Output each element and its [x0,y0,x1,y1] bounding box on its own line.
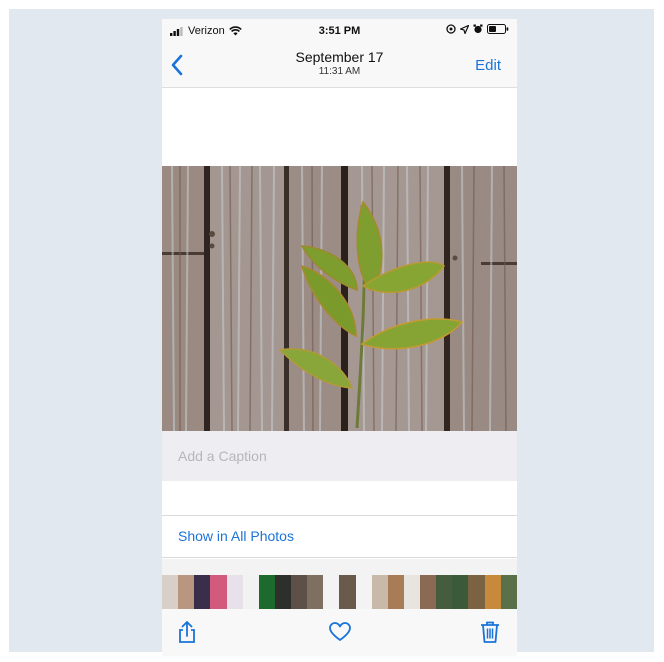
back-button[interactable] [166,51,190,79]
thumbnail[interactable] [339,575,356,609]
location-arrow-icon [460,24,469,34]
thumbnail[interactable] [323,575,340,609]
thumbnail[interactable] [484,575,501,609]
thumbnail[interactable] [387,575,404,609]
thumbnail[interactable] [436,575,453,609]
thumbnail[interactable] [403,575,420,609]
thumbnail[interactable] [258,575,275,609]
thumbnail[interactable] [500,575,517,609]
caption-input[interactable]: Add a Caption [162,431,517,481]
photo-top-padding [162,88,517,166]
thumbnail[interactable] [226,575,243,609]
chevron-left-icon [171,54,183,76]
delete-button[interactable] [477,619,503,645]
thumbnail[interactable] [371,575,388,609]
thumbnail[interactable] [355,575,372,609]
thumbnail[interactable] [307,575,324,609]
thumbnail[interactable] [194,575,211,609]
bottom-toolbar [162,609,517,656]
location-lock-icon [446,24,456,34]
photo-date-title: September 17 11:31 AM [162,49,517,77]
section-spacer [162,481,517,516]
photo-time: 11:31 AM [318,66,361,77]
share-button[interactable] [174,619,200,645]
strip-spacer [162,559,517,575]
photo-date: September 17 [295,49,384,65]
edit-button[interactable]: Edit [475,57,501,74]
navigation-bar: September 17 11:31 AM Edit [162,43,517,88]
heart-icon [329,622,351,641]
share-icon [179,621,195,643]
favorite-button[interactable] [327,619,353,645]
thumbnail[interactable] [468,575,485,609]
status-bar: Verizon 3:51 PM [162,19,517,43]
trash-icon [481,621,499,643]
status-right [446,24,509,34]
phone-screen: Verizon 3:51 PM September 17 11:31 AM Ed… [162,19,517,656]
thumbnail[interactable] [452,575,469,609]
thumbnail[interactable] [242,575,259,609]
show-in-all-photos-link[interactable]: Show in All Photos [162,516,517,558]
photo-leaf-on-wood[interactable] [162,166,517,431]
thumbnail[interactable] [162,575,179,609]
thumbnail-strip[interactable] [162,575,517,609]
thumbnail[interactable] [274,575,291,609]
thumbnail[interactable] [178,575,195,609]
thumbnail[interactable] [420,575,437,609]
thumbnail[interactable] [210,575,227,609]
thumbnail[interactable] [291,575,308,609]
alarm-icon [473,24,483,34]
battery-icon [487,24,509,34]
